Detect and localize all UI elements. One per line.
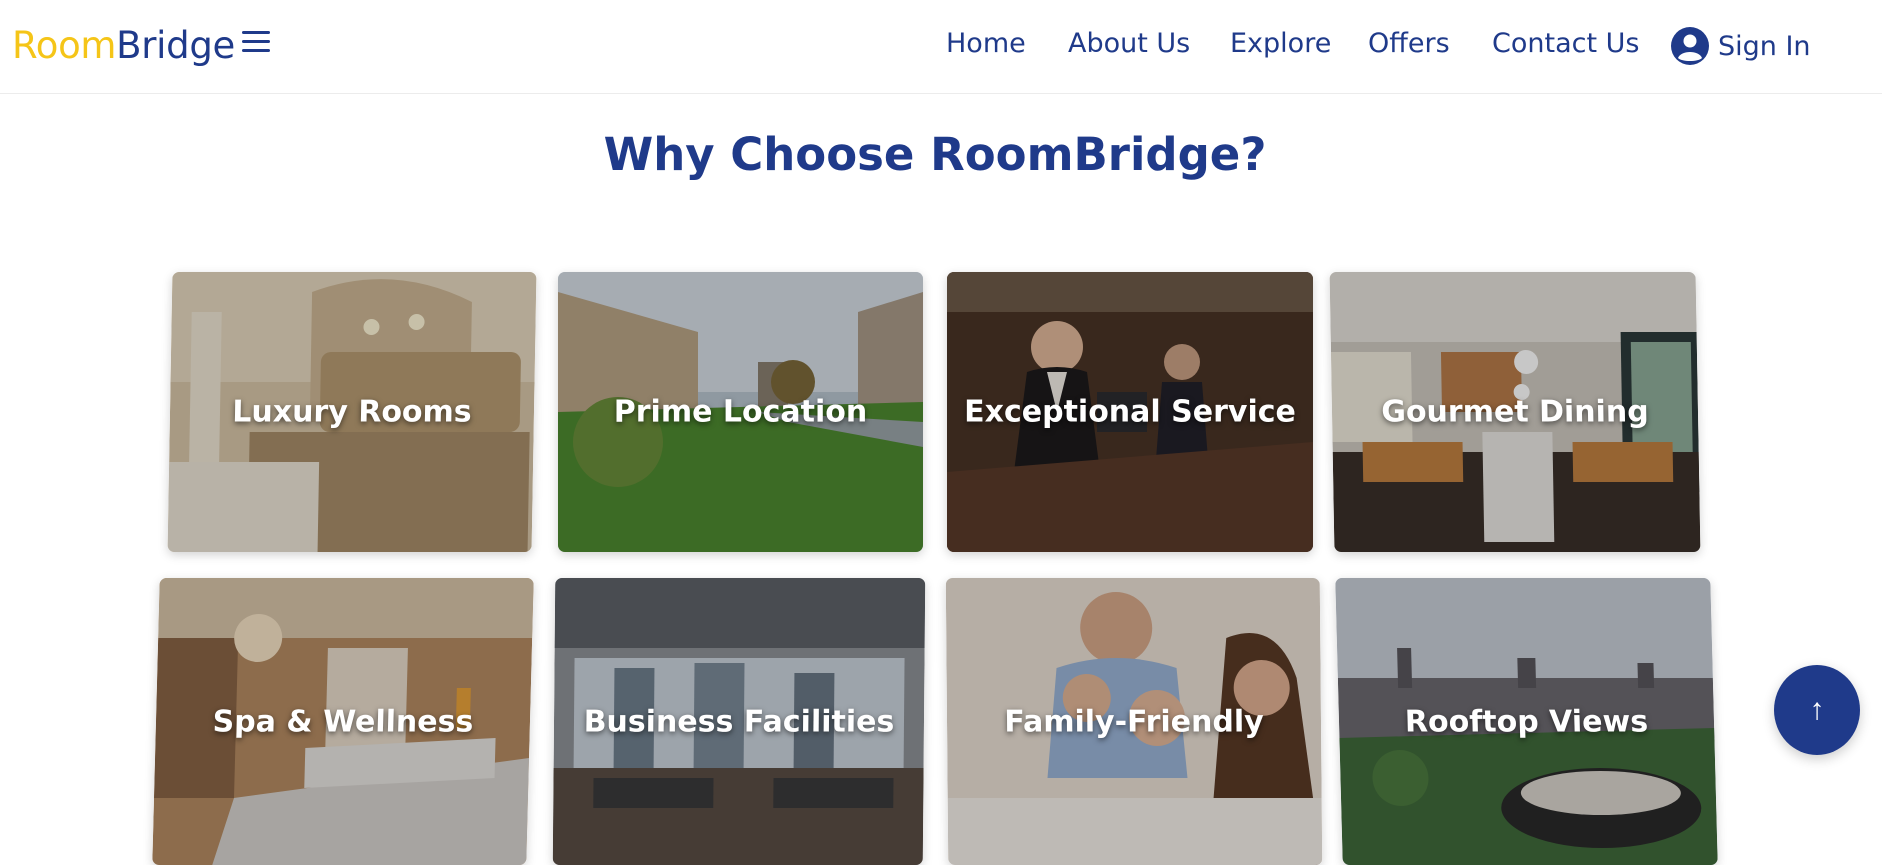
feature-card-label: Prime Location — [613, 394, 868, 430]
nav-link-explore[interactable]: Explore — [1230, 28, 1331, 59]
feature-card-spa-wellness[interactable]: Spa & Wellness — [152, 578, 534, 865]
nav-link-offers[interactable]: Offers — [1368, 28, 1450, 59]
feature-card-label: Luxury Rooms — [231, 394, 473, 430]
feature-card-gourmet-dining[interactable]: Gourmet Dining — [1329, 272, 1701, 552]
feature-card-prime-location[interactable]: Prime Location — [558, 272, 923, 552]
feature-card-label: Exceptional Service — [964, 394, 1296, 430]
nav-link-contact-us[interactable]: Contact Us — [1492, 28, 1639, 59]
nav-links: Home About Us Explore Offers Contact Us — [0, 28, 1882, 68]
feature-card-label: Spa & Wellness — [212, 704, 474, 739]
nav-link-about-us[interactable]: About Us — [1068, 28, 1190, 59]
feature-card-exceptional-service[interactable]: Exceptional Service — [947, 272, 1313, 552]
sign-in-button[interactable]: Sign In — [1670, 25, 1811, 67]
feature-card-business-facilities[interactable]: Business Facilities — [552, 578, 926, 865]
feature-card-family-friendly[interactable]: Family-Friendly — [945, 578, 1323, 865]
feature-card-label: Rooftop Views — [1404, 704, 1649, 739]
user-avatar-icon — [1671, 27, 1709, 65]
feature-card-rooftop-views[interactable]: Rooftop Views — [1335, 578, 1718, 865]
top-navbar: RoomBridge Home About Us Explore Offers … — [0, 0, 1882, 94]
section-title: Why Choose RoomBridge? — [603, 128, 1267, 181]
arrow-up-icon: ↑ — [1809, 693, 1825, 726]
sign-in-label: Sign In — [1718, 30, 1811, 62]
feature-card-label: Business Facilities — [583, 704, 895, 739]
scroll-to-top-button[interactable]: ↑ — [1774, 665, 1860, 755]
feature-card-luxury-rooms[interactable]: Luxury Rooms — [167, 272, 537, 552]
nav-link-home[interactable]: Home — [946, 28, 1026, 59]
feature-card-label: Gourmet Dining — [1380, 394, 1650, 430]
feature-card-label: Family-Friendly — [1004, 704, 1264, 739]
